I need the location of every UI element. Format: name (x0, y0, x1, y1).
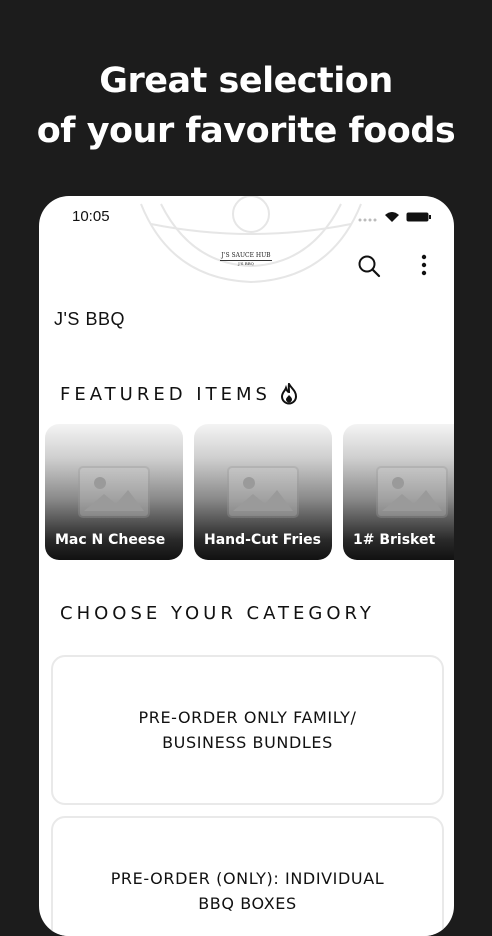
store-logo[interactable]: J'S SAUCE HUB J'S BBQ (220, 252, 272, 272)
fire-icon (280, 383, 297, 405)
status-bar-icons (358, 210, 432, 228)
logo-watermark (140, 196, 362, 284)
category-card[interactable]: PRE-ORDER (ONLY): INDIVIDUAL BBQ BOXES (51, 816, 444, 936)
search-icon (358, 255, 381, 278)
more-options-button[interactable] (416, 252, 432, 278)
category-card[interactable]: PRE-ORDER ONLY FAMILY/ BUSINESS BUNDLES (51, 655, 444, 805)
promo-headline-line2: of your favorite foods (36, 111, 456, 151)
store-name: J'S BBQ (54, 309, 125, 329)
category-label: PRE-ORDER ONLY FAMILY/ BUSINESS BUNDLES (138, 708, 357, 752)
featured-items-heading: FEATURED ITEMS (60, 383, 299, 405)
image-placeholder-icon (78, 466, 150, 518)
featured-items-carousel[interactable]: Mac N Cheese Hand-Cut Fries 1# Brisket (45, 424, 454, 560)
category-label: PRE-ORDER (ONLY): INDIVIDUAL BBQ BOXES (110, 869, 385, 913)
more-vertical-icon (421, 254, 427, 276)
status-bar-time: 10:05 (72, 208, 110, 225)
wifi-icon (384, 210, 400, 228)
store-logo-subtitle: J'S BBQ (238, 261, 254, 266)
featured-item-card[interactable]: Hand-Cut Fries (194, 424, 332, 560)
featured-item-card[interactable]: 1# Brisket (343, 424, 454, 560)
promo-headline: Great selection of your favorite foods (0, 56, 492, 156)
store-logo-title: J'S SAUCE HUB (220, 252, 272, 261)
featured-item-label: Mac N Cheese (55, 532, 166, 548)
battery-icon (406, 210, 432, 228)
image-placeholder-icon (227, 466, 299, 518)
featured-item-card[interactable]: Mac N Cheese (45, 424, 183, 560)
featured-item-label: Hand-Cut Fries (204, 532, 321, 548)
featured-items-title: FEATURED ITEMS (60, 383, 271, 405)
featured-item-label: 1# Brisket (353, 532, 436, 548)
category-heading: CHOOSE YOUR CATEGORY (60, 603, 375, 624)
promo-headline-line1: Great selection (99, 61, 393, 101)
signal-dots-icon (358, 210, 378, 228)
image-placeholder-icon (376, 466, 448, 518)
phone-screen: 10:05 J'S SAUCE HUB J'S BBQ J'S BBQ FEAT… (39, 196, 454, 936)
search-button[interactable] (357, 254, 381, 278)
